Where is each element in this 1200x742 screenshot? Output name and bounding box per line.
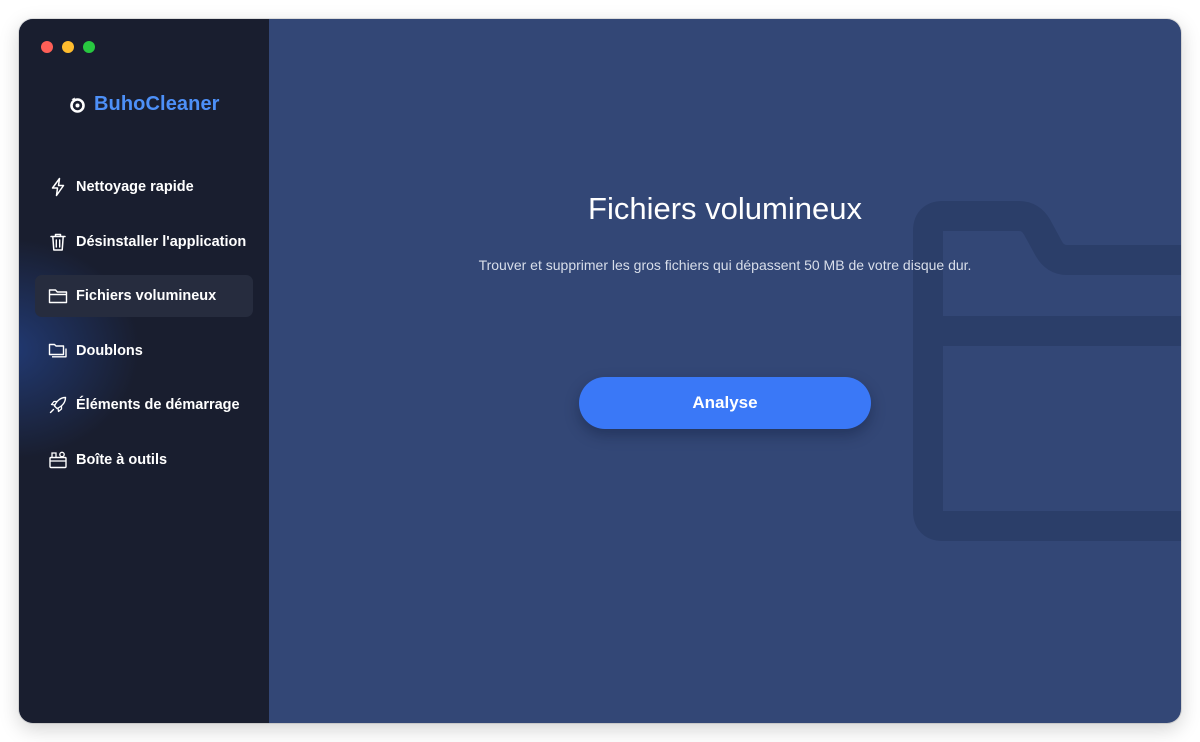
app-name: BuhoCleaner [94,93,220,115]
app-window: BuhoCleaner Nettoyage rapide Désinstalle… [19,19,1181,723]
toolbox-icon [47,449,69,471]
sidebar-item-fichiers-volumineux[interactable]: Fichiers volumineux [35,275,253,317]
brand: BuhoCleaner [69,93,220,116]
sidebar-item-demarrage[interactable]: Éléments de démarrage [35,384,253,426]
buho-logo-icon [69,96,86,113]
page-description: Trouver et supprimer les gros fichiers q… [478,257,972,273]
trash-icon [47,231,69,253]
sidebar: BuhoCleaner Nettoyage rapide Désinstalle… [19,19,269,723]
sidebar-item-desinstaller[interactable]: Désinstaller l'application [35,221,253,263]
sidebar-nav: Nettoyage rapide Désinstaller l'applicat… [35,166,253,493]
scan-button[interactable]: Analyse [579,377,871,429]
folder-icon [47,285,69,307]
lightning-icon [47,176,69,198]
page-title: Fichiers volumineux [588,191,862,226]
sidebar-item-nettoyage-rapide[interactable]: Nettoyage rapide [35,166,253,208]
sidebar-item-label: Désinstaller l'application [76,233,247,250]
background-folder-icon [913,201,1181,541]
sidebar-item-label: Nettoyage rapide [76,179,194,195]
sidebar-item-boite-a-outils[interactable]: Boîte à outils [35,439,253,481]
rocket-icon [47,394,69,416]
duplicate-folder-icon [47,340,69,362]
sidebar-item-doublons[interactable]: Doublons [35,330,253,372]
close-window-button[interactable] [41,41,53,53]
sidebar-item-label: Éléments de démarrage [76,397,240,413]
sidebar-item-label: Fichiers volumineux [76,288,217,304]
sidebar-item-label: Doublons [76,342,143,359]
sidebar-item-label: Boîte à outils [76,451,168,468]
main-panel: Fichiers volumineux Trouver et supprimer… [269,19,1181,723]
window-controls [41,41,95,53]
maximize-window-button[interactable] [83,41,95,53]
minimize-window-button[interactable] [62,41,74,53]
